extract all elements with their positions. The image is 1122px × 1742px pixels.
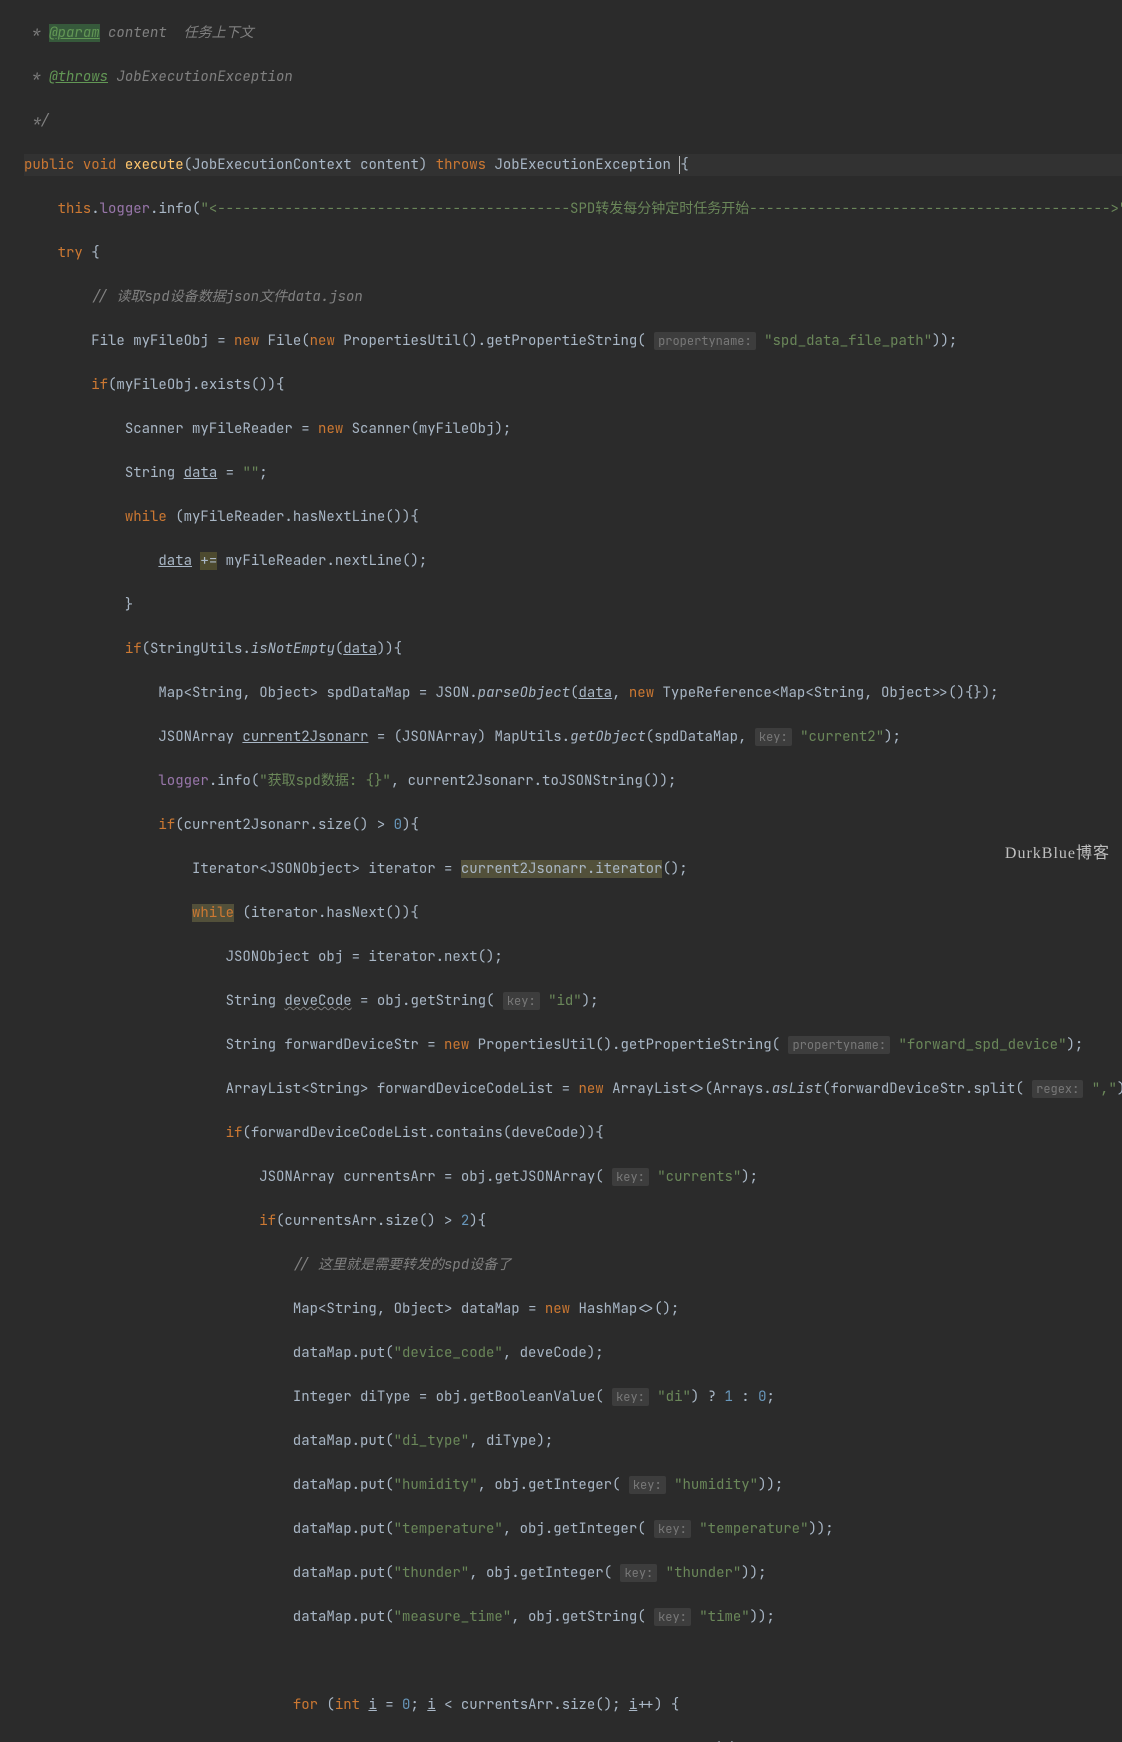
code-editor[interactable]: * @param content 任务上下文 * @throws JobExec… <box>0 0 1122 1742</box>
code-line: data += myFileReader.nextLine(); <box>24 550 1122 572</box>
code-line: while (myFileReader.hasNextLine()){ <box>24 506 1122 528</box>
code-line: Map<String, Object> dataMap = new HashMa… <box>24 1298 1122 1320</box>
code-line: Map<String, Object> spdDataMap = JSON.pa… <box>24 682 1122 704</box>
code-line: * @throws JobExecutionException <box>24 66 1122 88</box>
code-line: // 这里就是需要转发的spd设备了 <box>24 1254 1122 1276</box>
code-line: try { <box>24 242 1122 264</box>
code-line: JSONObject obj = iterator.next(); <box>24 946 1122 968</box>
code-line: Integer diType = obj.getBooleanValue( ke… <box>24 1386 1122 1408</box>
code-line: String deveCode = obj.getString( key: "i… <box>24 990 1122 1012</box>
code-line: File myFileObj = new File(new Properties… <box>24 330 1122 352</box>
code-line: JSONArray current2Jsonarr = (JSONArray) … <box>24 726 1122 748</box>
code-line: if(forwardDeviceCodeList.contains(deveCo… <box>24 1122 1122 1144</box>
code-line: } <box>24 594 1122 616</box>
code-line: String data = ""; <box>24 462 1122 484</box>
code-line: JSONObject currObj = currentsArr.getJSON… <box>24 1738 1122 1742</box>
code-line: // 读取spd设备数据json文件data.json <box>24 286 1122 308</box>
code-line: JSONArray currentsArr = obj.getJSONArray… <box>24 1166 1122 1188</box>
code-line: Iterator<JSONObject> iterator = current2… <box>24 858 1122 880</box>
code-line: for (int i = 0; i < currentsArr.size(); … <box>24 1694 1122 1716</box>
code-line: String forwardDeviceStr = new Properties… <box>24 1034 1122 1056</box>
code-line: while (iterator.hasNext()){ <box>24 902 1122 924</box>
code-line: dataMap.put("thunder", obj.getInteger( k… <box>24 1562 1122 1584</box>
code-line: dataMap.put("di_type", diType); <box>24 1430 1122 1452</box>
code-line: if(myFileObj.exists()){ <box>24 374 1122 396</box>
code-line: */ <box>24 110 1122 132</box>
code-line: dataMap.put("humidity", obj.getInteger( … <box>24 1474 1122 1496</box>
code-line: if(currentsArr.size() > 2){ <box>24 1210 1122 1232</box>
code-line: dataMap.put("device_code", deveCode); <box>24 1342 1122 1364</box>
code-line: if(StringUtils.isNotEmpty(data)){ <box>24 638 1122 660</box>
code-line: if(current2Jsonarr.size() > 0){ <box>24 814 1122 836</box>
code-line: dataMap.put("measure_time", obj.getStrin… <box>24 1606 1122 1628</box>
code-line: ArrayList<String> forwardDeviceCodeList … <box>24 1078 1122 1100</box>
code-line: Scanner myFileReader = new Scanner(myFil… <box>24 418 1122 440</box>
code-line: this.logger.info("<---------------------… <box>24 198 1122 220</box>
code-line: dataMap.put("temperature", obj.getIntege… <box>24 1518 1122 1540</box>
code-line <box>24 1650 1122 1672</box>
code-line: logger.info("获取spd数据: {}", current2Jsona… <box>24 770 1122 792</box>
watermark-text: DurkBlue博客 <box>1005 843 1110 865</box>
code-line-active: public void execute(JobExecutionContext … <box>24 154 1122 176</box>
code-line: * @param content 任务上下文 <box>24 22 1122 44</box>
